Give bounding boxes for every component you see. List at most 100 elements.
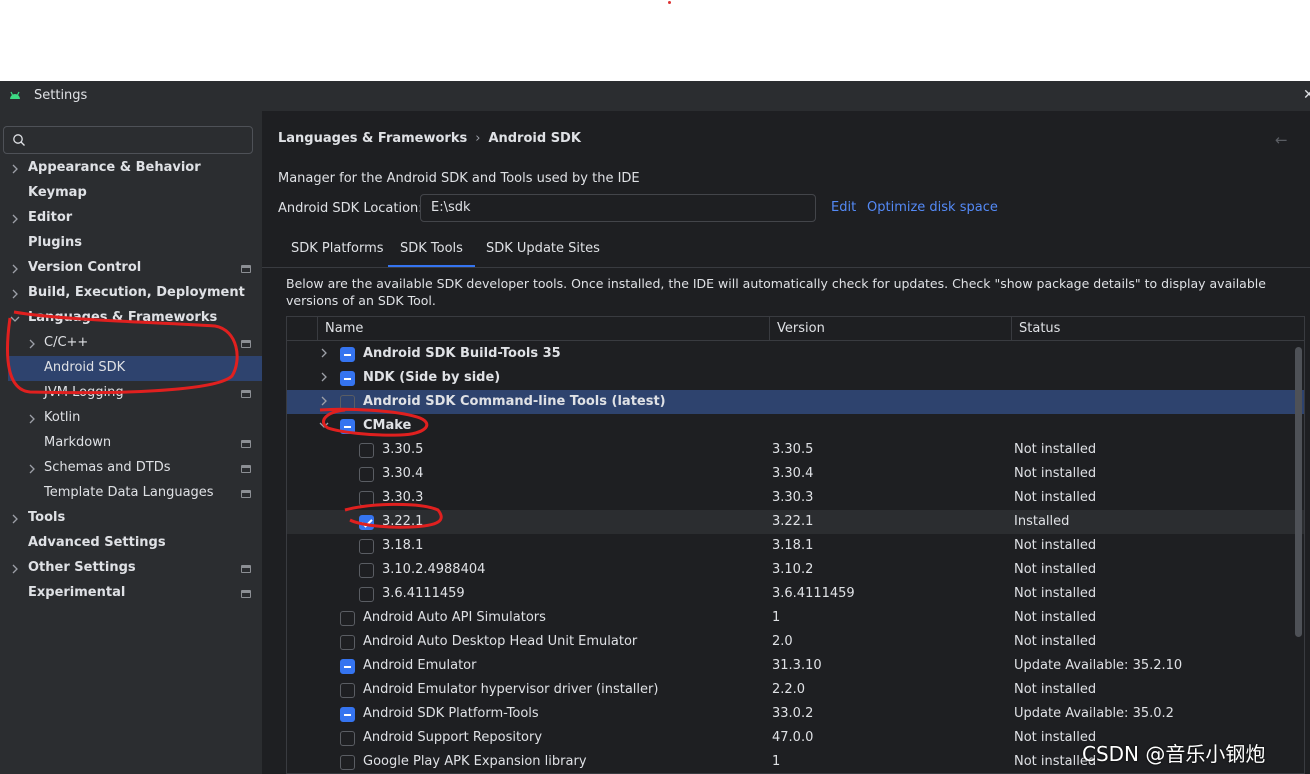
sidebar-item[interactable]: Advanced Settings (0, 531, 262, 556)
package-checkbox[interactable] (359, 515, 374, 530)
close-icon[interactable]: ✕ (1303, 87, 1310, 103)
sidebar-item-label: C/C++ (44, 335, 89, 350)
sidebar-item-label: JVM Logging (44, 385, 124, 400)
search-input[interactable] (3, 126, 253, 154)
table-row[interactable]: Android SDK Platform-Tools 33.0.2 Update A… (287, 702, 1304, 726)
package-status: Installed (1014, 514, 1070, 529)
table-row[interactable]: 3.30.5 3.30.5 Not installed (287, 438, 1304, 462)
sidebar-item-label: Markdown (44, 435, 112, 450)
chevron-down-icon[interactable] (10, 314, 20, 324)
package-checkbox[interactable] (340, 395, 355, 410)
sidebar-item[interactable]: Schemas and DTDs (0, 456, 262, 481)
package-name: 3.10.2.4988404 (382, 562, 486, 577)
chevron-right-icon[interactable] (27, 414, 37, 424)
sidebar-item[interactable]: Build, Execution, Deployment (0, 281, 262, 306)
sidebar-item[interactable]: JVM Logging (0, 381, 262, 406)
column-header-status[interactable]: Status (1019, 321, 1060, 336)
package-checkbox[interactable] (359, 587, 374, 602)
package-status: Update Available: 35.2.10 (1014, 658, 1183, 673)
sidebar-item[interactable]: Appearance & Behavior (0, 156, 262, 181)
table-row[interactable]: Android Emulator 31.3.10 Update Available:… (287, 654, 1304, 678)
package-checkbox[interactable] (340, 347, 355, 362)
chevron-right-icon[interactable] (319, 396, 329, 406)
tab-sdk-tools[interactable]: SDK Tools (388, 231, 475, 267)
package-checkbox[interactable] (340, 683, 355, 698)
package-name: 3.6.4111459 (382, 586, 465, 601)
table-row[interactable]: Android Auto API Simulators 1 Not installe… (287, 606, 1304, 630)
table-scrollbar[interactable] (1295, 347, 1302, 637)
chevron-right-icon[interactable] (10, 264, 20, 274)
package-checkbox[interactable] (359, 443, 374, 458)
table-row[interactable]: 3.6.4111459 3.6.4111459 Not installed (287, 582, 1304, 606)
package-checkbox[interactable] (340, 635, 355, 650)
table-row[interactable]: 3.18.1 3.18.1 Not installed (287, 534, 1304, 558)
table-row[interactable]: NDK (Side by side) (287, 366, 1304, 390)
package-checkbox[interactable] (359, 491, 374, 506)
package-checkbox[interactable] (340, 731, 355, 746)
breadcrumb-item[interactable]: Languages & Frameworks (278, 131, 467, 146)
package-checkbox[interactable] (359, 563, 374, 578)
sidebar-item[interactable]: C/C++ (0, 331, 262, 356)
package-checkbox[interactable] (340, 755, 355, 770)
sidebar-item[interactable]: Kotlin (0, 406, 262, 431)
table-row[interactable]: Android SDK Build-Tools 35 (287, 342, 1304, 366)
table-row[interactable]: Android Emulator hypervisor driver (inst… (287, 678, 1304, 702)
chevron-right-icon[interactable] (10, 214, 20, 224)
package-status: Not installed (1014, 442, 1097, 457)
package-version: 3.30.4 (772, 466, 814, 481)
tab-sdk-update-sites[interactable]: SDK Update Sites (486, 231, 600, 267)
chevron-down-icon[interactable] (319, 420, 329, 430)
settings-content: Languages & Frameworks › Android SDK ← Man… (262, 111, 1310, 774)
breadcrumb-item: Android SDK (488, 131, 581, 146)
chevron-right-icon[interactable] (27, 464, 37, 474)
table-row[interactable]: 3.10.2.4988404 3.10.2 Not installed (287, 558, 1304, 582)
sidebar-item[interactable]: Markdown (0, 431, 262, 456)
chevron-right-icon[interactable] (10, 564, 20, 574)
chevron-right-icon[interactable] (319, 372, 329, 382)
table-row[interactable]: 3.30.4 3.30.4 Not installed (287, 462, 1304, 486)
annotation-dot (668, 1, 671, 4)
table-row[interactable]: CMake (287, 414, 1304, 438)
tab-divider (262, 267, 1310, 268)
table-header: Name Version Status (287, 317, 1304, 341)
package-checkbox[interactable] (340, 611, 355, 626)
table-row[interactable]: Android SDK Command-line Tools (latest) (287, 390, 1304, 414)
table-row[interactable]: 3.30.3 3.30.3 Not installed (287, 486, 1304, 510)
package-status: Not installed (1014, 538, 1097, 553)
chevron-right-icon[interactable] (10, 514, 20, 524)
column-header-version[interactable]: Version (777, 321, 825, 336)
sdk-location-field[interactable]: E:\sdk (420, 194, 816, 222)
package-checkbox[interactable] (340, 371, 355, 386)
table-row[interactable]: Android Auto Desktop Head Unit Emulator 2… (287, 630, 1304, 654)
sidebar-item[interactable]: Languages & Frameworks (0, 306, 262, 331)
sidebar-item[interactable]: Tools (0, 506, 262, 531)
column-header-name[interactable]: Name (325, 321, 363, 336)
sidebar-item[interactable]: Keymap (0, 181, 262, 206)
package-version: 3.6.4111459 (772, 586, 855, 601)
package-checkbox[interactable] (340, 659, 355, 674)
sidebar-item[interactable]: Editor (0, 206, 262, 231)
sidebar-item[interactable]: Android SDK (8, 356, 262, 381)
sidebar-item[interactable]: Experimental (0, 581, 262, 606)
tab-sdk-platforms[interactable]: SDK Platforms (291, 231, 384, 267)
package-version: 31.3.10 (772, 658, 822, 673)
chevron-right-icon[interactable] (10, 164, 20, 174)
chevron-right-icon[interactable] (27, 339, 37, 349)
package-checkbox[interactable] (359, 467, 374, 482)
chevron-right-icon[interactable] (10, 289, 20, 299)
edit-link[interactable]: Edit (831, 200, 856, 215)
package-status: Not installed (1014, 682, 1097, 697)
package-checkbox[interactable] (340, 419, 355, 434)
chevron-right-icon[interactable] (319, 348, 329, 358)
sidebar-item[interactable]: Other Settings (0, 556, 262, 581)
optimize-disk-space-link[interactable]: Optimize disk space (867, 200, 998, 215)
package-name: NDK (Side by side) (363, 370, 501, 385)
sidebar-item[interactable]: Plugins (0, 231, 262, 256)
sidebar-item-label: Experimental (28, 585, 126, 600)
package-checkbox[interactable] (340, 707, 355, 722)
back-arrow-icon[interactable]: ← (1275, 131, 1288, 149)
table-row[interactable]: 3.22.1 3.22.1 Installed (287, 510, 1304, 534)
package-checkbox[interactable] (359, 539, 374, 554)
sidebar-item[interactable]: Version Control (0, 256, 262, 281)
sidebar-item[interactable]: Template Data Languages (0, 481, 262, 506)
